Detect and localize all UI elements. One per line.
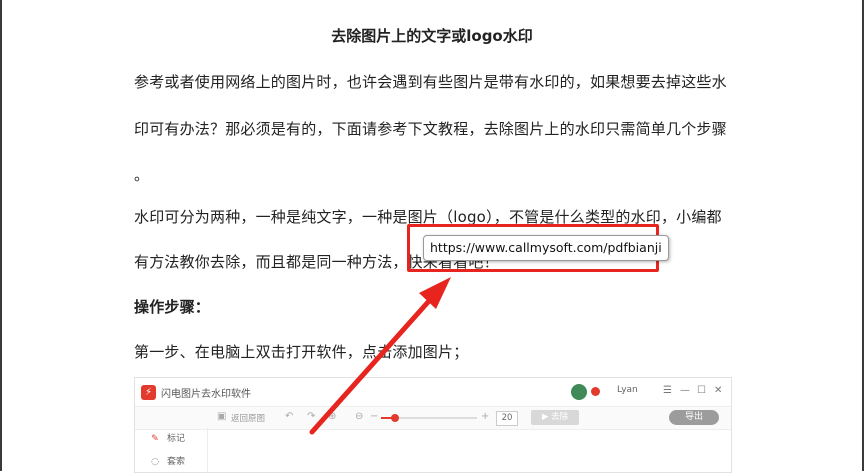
vip-badge-icon (591, 387, 600, 396)
sidebar-item-mark: ✎ 标记 (149, 431, 185, 444)
minus-icon: − (370, 411, 379, 422)
article-title: 去除图片上的文字或logo水印 (331, 27, 533, 45)
sidebar-item-lasso: ◌ 套索 (149, 454, 185, 467)
zoom-slider-knob (391, 414, 400, 422)
back-icon: ▣ (217, 411, 227, 422)
app-toolbar: ▣ 返回原图 ↶ ↷ ⊕ ⊖ − + 20 ▶ 去除 导出 (135, 406, 731, 430)
paragraph-line: 印可有办法？那必须是有的，下面请参考下文教程，去除图片上的水印只需简单几个步骤 (134, 120, 727, 138)
app-title: 闪电图片去水印软件 (161, 389, 251, 400)
zoom-slider (381, 414, 477, 422)
maximize-icon: ☐ (697, 385, 706, 396)
link-tooltip: https://www.callmysoft.com/pdfbianji (423, 235, 669, 261)
plus-icon: + (481, 411, 490, 422)
menu-icon: ☰ (663, 385, 672, 396)
paragraph-line: 。 (134, 166, 150, 184)
user-name: Lyan (617, 385, 638, 395)
lasso-icon: ◌ (151, 457, 159, 467)
sidebar-item-label: 套索 (167, 457, 186, 467)
sidebar-item-label: 标记 (167, 434, 186, 444)
export-button: 导出 (669, 410, 719, 425)
step-one-text: 第一步、在电脑上双击打开软件，点击添加图片； (134, 343, 469, 361)
minimize-icon: — (680, 385, 690, 396)
app-logo-icon: ⚡ (141, 385, 156, 400)
pen-icon: ✎ (151, 434, 159, 444)
close-icon: ✕ (714, 385, 723, 396)
remove-button: ▶ 去除 (531, 410, 579, 425)
undo-icon: ↶ (285, 411, 294, 422)
redo-icon: ↷ (307, 411, 316, 422)
app-titlebar: ⚡ 闪电图片去水印软件 Lyan ☰ — ☐ ✕ (135, 378, 731, 406)
zoom-in-icon: ⊕ (328, 411, 337, 422)
back-to-original-label: 返回原图 (231, 414, 266, 424)
app-sidebar: ✎ 标记 ◌ 套索 (135, 428, 208, 472)
steps-heading: 操作步骤： (134, 298, 211, 316)
zoom-out-icon: ⊖ (355, 411, 364, 422)
zoom-value: 20 (496, 411, 518, 426)
avatar (571, 384, 587, 400)
app-screenshot: ⚡ 闪电图片去水印软件 Lyan ☰ — ☐ ✕ ▣ 返回原图 ↶ ↷ ⊕ ⊖ … (134, 377, 732, 473)
paragraph-line: 参考或者使用网络上的图片时，也许会遇到有些图片是带有水印的，如果想要去掉这些水 (134, 73, 727, 91)
